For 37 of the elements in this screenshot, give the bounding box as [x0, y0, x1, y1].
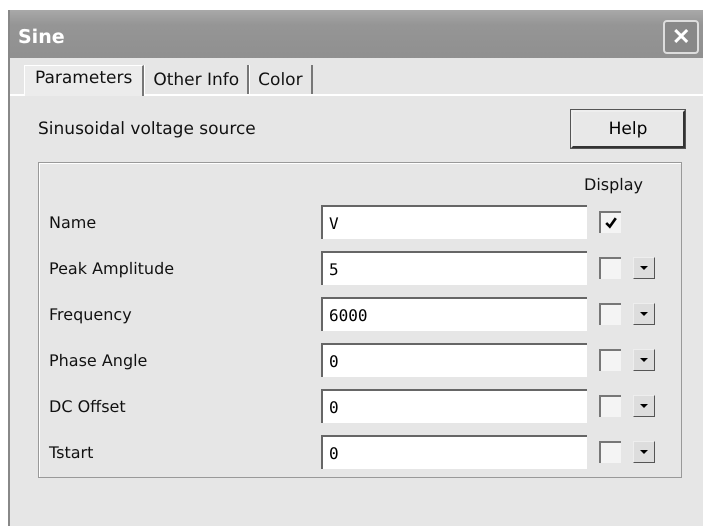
field-label: Name: [49, 212, 98, 232]
display-checkbox[interactable]: [599, 303, 621, 325]
display-checkbox[interactable]: [599, 211, 621, 233]
caret-icon: [640, 358, 648, 362]
input-field[interactable]: 0: [321, 343, 587, 377]
input-field[interactable]: V: [321, 205, 587, 239]
input-field[interactable]: 0: [321, 435, 587, 469]
column-header: Display: [584, 174, 643, 194]
caret-icon: [640, 312, 648, 316]
tab[interactable]: Other Info: [144, 65, 250, 94]
help-button[interactable]: Help: [571, 110, 685, 148]
checkmark-icon: [605, 217, 617, 229]
display-checkbox[interactable]: [599, 257, 621, 279]
input-field[interactable]: 5: [321, 251, 587, 285]
tab[interactable]: Color: [249, 65, 313, 94]
close-button[interactable]: ✕: [663, 20, 699, 54]
caret-icon: [640, 404, 648, 408]
caret-icon: [640, 266, 648, 270]
dropdown-button[interactable]: [633, 395, 655, 417]
field-label: DC Offset: [49, 396, 127, 416]
field-label: Phase Angle: [49, 350, 148, 370]
window-title: Sine: [18, 26, 65, 48]
tab[interactable]: Parameters: [24, 65, 144, 96]
dropdown-button[interactable]: [633, 257, 655, 279]
field-label: Tstart: [49, 442, 94, 462]
display-checkbox[interactable]: [599, 349, 621, 371]
display-checkbox[interactable]: [599, 395, 621, 417]
description-text: Sinusoidal voltage source: [38, 119, 256, 139]
dropdown-button[interactable]: [633, 349, 655, 371]
input-field[interactable]: 6000: [321, 297, 587, 331]
field-label: Frequency: [49, 304, 133, 324]
dropdown-button[interactable]: [633, 303, 655, 325]
input-field[interactable]: 0: [321, 389, 587, 423]
field-label: Peak Amplitude: [49, 258, 176, 278]
caret-icon: [640, 450, 648, 454]
dropdown-button[interactable]: [633, 441, 655, 463]
display-checkbox[interactable]: [599, 441, 621, 463]
